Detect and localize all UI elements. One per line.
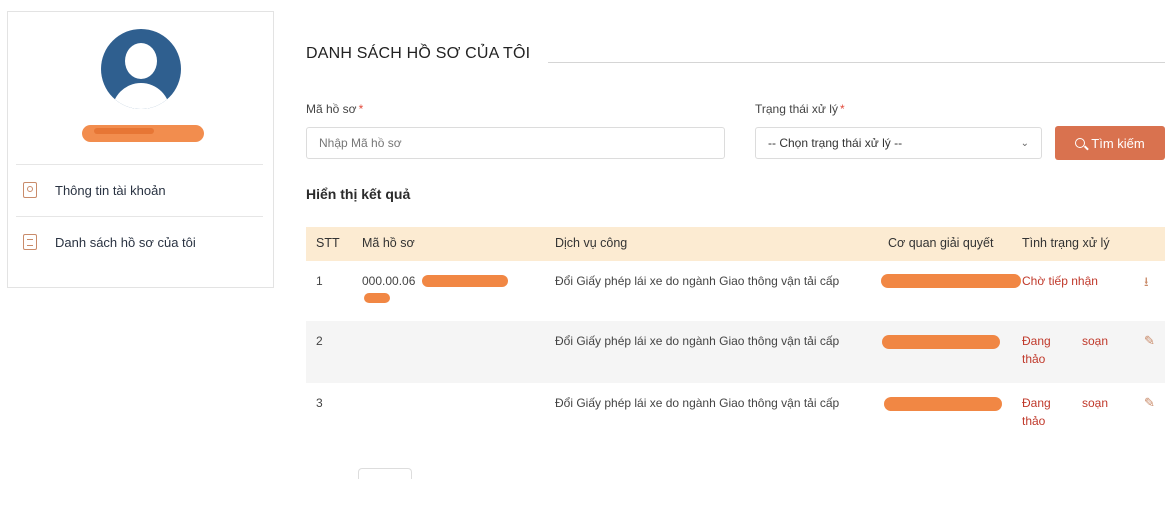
trang-thai-label: Trạng thái xử lý * — [755, 102, 845, 116]
cell-stt: 1 — [316, 274, 323, 288]
list-icon — [23, 234, 37, 250]
page-title: DANH SÁCH HỒ SƠ CỦA TÔI — [306, 45, 531, 62]
sidebar-item-label: Thông tin tài khoản — [55, 182, 166, 198]
table-row: 3 Đổi Giấy phép lái xe do ngành Giao thô… — [306, 383, 1165, 445]
username-redacted — [82, 125, 204, 142]
status-text: Đang soạn thảo — [1022, 334, 1108, 366]
sidebar-item-label: Danh sách hồ sơ của tôi — [55, 234, 196, 250]
cell-ma-ho-so[interactable]: 000.00.06 — [362, 272, 415, 290]
cell-dich-vu: Đổi Giấy phép lái xe do ngành Giao thông… — [555, 396, 840, 410]
edit-icon[interactable]: ✎ — [1144, 333, 1155, 349]
trang-thai-select[interactable]: -- Chọn trạng thái xử lý -- ⌄ — [755, 127, 1042, 159]
co-quan-redacted — [884, 397, 1002, 411]
sidebar-divider — [16, 164, 263, 165]
cell-stt: 2 — [316, 334, 323, 348]
avatar — [101, 29, 181, 109]
avatar-body-shape — [112, 83, 170, 109]
column-header-co-quan: Cơ quan giải quyết — [888, 236, 994, 250]
co-quan-redacted — [881, 274, 1021, 288]
sidebar-item-my-dossiers[interactable]: Danh sách hồ sơ của tôi — [16, 222, 263, 262]
ma-ho-so-redacted — [422, 275, 508, 287]
select-value: -- Chọn trạng thái xử lý -- — [768, 136, 903, 150]
pagination-stub[interactable] — [358, 468, 412, 479]
cell-dich-vu: Đổi Giấy phép lái xe do ngành Giao thông… — [555, 274, 840, 288]
avatar-head-shape — [125, 43, 157, 79]
search-button[interactable]: Tìm kiếm — [1055, 126, 1165, 160]
co-quan-redacted — [882, 335, 1000, 349]
edit-icon[interactable]: ✎ — [1144, 395, 1155, 411]
search-button-label: Tìm kiếm — [1091, 135, 1145, 151]
column-header-tinh-trang: Tình trạng xử lý — [1022, 236, 1110, 250]
profile-sidebar: Thông tin tài khoản Danh sách hồ sơ của … — [7, 11, 274, 288]
cell-dich-vu: Đổi Giấy phép lái xe do ngành Giao thông… — [555, 334, 840, 348]
column-header-dich-vu: Dịch vụ công — [555, 236, 628, 250]
table-row: 1 000.00.06 Đổi Giấy phép lái xe do ngàn… — [306, 261, 1165, 321]
download-icon[interactable]: ⭳ — [1144, 273, 1149, 295]
column-header-stt: STT — [316, 236, 340, 250]
ma-ho-so-redacted — [364, 293, 390, 303]
results-title: Hiển thị kết quả — [306, 186, 411, 202]
chevron-down-icon: ⌄ — [1020, 137, 1029, 149]
account-icon — [23, 182, 37, 198]
sidebar-divider — [16, 216, 263, 217]
column-header-ma-ho-so: Mã hồ sơ — [362, 236, 415, 250]
ma-ho-so-input[interactable] — [306, 127, 725, 159]
table-row: 2 Đổi Giấy phép lái xe do ngành Giao thô… — [306, 321, 1165, 383]
table-header: STT Mã hồ sơ Dịch vụ công Cơ quan giải q… — [306, 227, 1165, 261]
ma-ho-so-label: Mã hồ sơ * — [306, 102, 364, 116]
search-icon — [1075, 138, 1086, 148]
status-text: Đang soạn thảo — [1022, 396, 1108, 428]
cell-stt: 3 — [316, 396, 323, 410]
sidebar-item-account-info[interactable]: Thông tin tài khoản — [16, 170, 263, 210]
status-text: Chờ tiếp nhận — [1022, 274, 1098, 288]
title-divider — [548, 62, 1165, 63]
